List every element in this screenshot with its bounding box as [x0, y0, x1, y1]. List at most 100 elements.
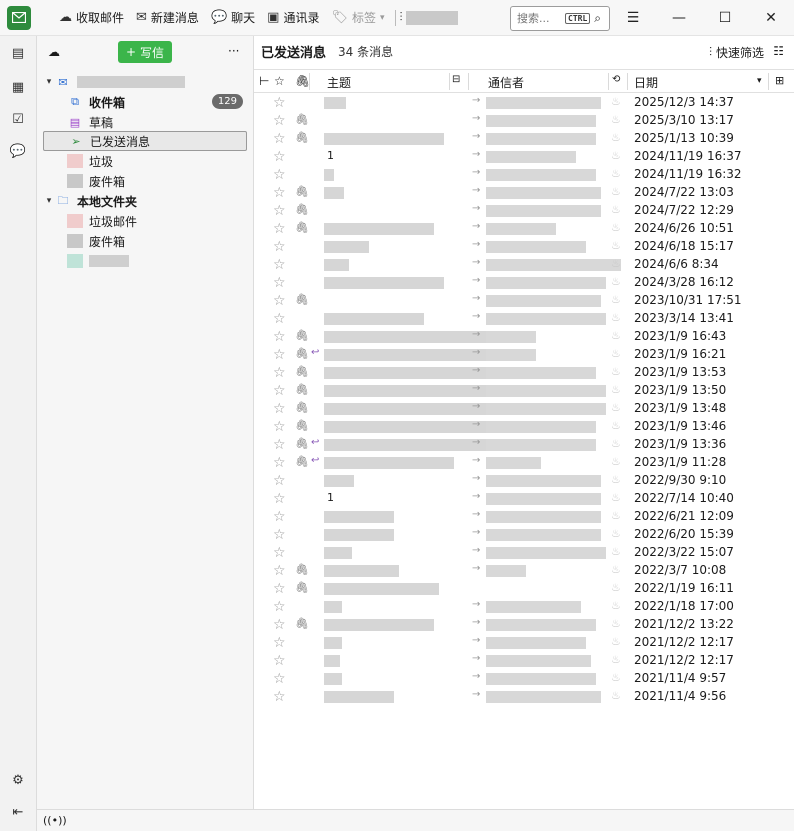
junk-status-icon[interactable]: ♨	[611, 635, 621, 648]
message-row[interactable]: ☆ 🖇 → ♨ 2023/1/9 13:46	[254, 418, 794, 436]
message-row[interactable]: ☆ 🖇 → ♨ 2023/1/9 13:53	[254, 364, 794, 382]
account-row[interactable]: ▾ ✉	[43, 72, 247, 92]
message-row[interactable]: ☆ → ♨ 2022/9/30 9:10	[254, 472, 794, 490]
star-icon[interactable]: ☆	[273, 473, 286, 489]
junk-status-icon[interactable]: ♨	[611, 131, 621, 144]
local-folder-trash[interactable]: 废件箱	[43, 231, 247, 251]
junk-status-icon[interactable]: ♨	[611, 311, 621, 324]
junk-status-icon[interactable]: ♨	[611, 401, 621, 414]
message-row[interactable]: ☆ → ♨ 2021/11/4 9:56	[254, 688, 794, 706]
chevron-down-icon[interactable]: ▾	[43, 77, 55, 87]
app-menu-icon[interactable]: ☰	[610, 10, 656, 26]
junk-status-icon[interactable]: ♨	[611, 509, 621, 522]
folder-sent[interactable]: ➢ 已发送消息	[43, 131, 247, 151]
read-status-column-icon[interactable]: ⟲	[612, 74, 620, 85]
star-icon[interactable]: ☆	[273, 131, 286, 147]
junk-column-icon[interactable]: ⊟	[452, 74, 460, 85]
maximize-button[interactable]: ☐	[702, 10, 748, 26]
message-row[interactable]: ☆ 1 → ♨ 2022/7/14 10:40	[254, 490, 794, 508]
column-correspondent[interactable]: 通信者	[488, 74, 524, 91]
message-row[interactable]: ☆ → ♨ 2024/6/18 15:17	[254, 238, 794, 256]
message-row[interactable]: ☆ 🖇 → ♨ 2024/7/22 12:29	[254, 202, 794, 220]
message-row[interactable]: ☆ 🖇 → ♨ 2024/7/22 13:03	[254, 184, 794, 202]
online-status-icon[interactable]: ((•))	[43, 814, 67, 827]
message-row[interactable]: ☆ → ♨ 2021/12/2 12:17	[254, 634, 794, 652]
star-icon[interactable]: ☆	[273, 635, 286, 651]
message-row[interactable]: ☆ 🖇 → ♨ 2023/1/9 13:48	[254, 400, 794, 418]
star-icon[interactable]: ☆	[273, 401, 286, 417]
junk-status-icon[interactable]: ♨	[611, 257, 621, 270]
junk-status-icon[interactable]: ♨	[611, 149, 621, 162]
star-icon[interactable]: ☆	[273, 203, 286, 219]
star-icon[interactable]: ☆	[273, 581, 286, 597]
settings-gear-icon[interactable]: ⚙	[9, 771, 27, 789]
message-row[interactable]: ☆ 🖇 → ♨ 2023/1/9 13:50	[254, 382, 794, 400]
star-icon[interactable]: ☆	[273, 293, 286, 309]
compose-button[interactable]: + 写信	[118, 41, 172, 63]
junk-status-icon[interactable]: ♨	[611, 365, 621, 378]
star-icon[interactable]: ☆	[273, 275, 286, 291]
message-row[interactable]: ☆ 🖇 ↩ → ♨ 2023/1/9 16:21	[254, 346, 794, 364]
junk-status-icon[interactable]: ♨	[611, 113, 621, 126]
folder-inbox[interactable]: ⧉ 收件箱 129	[43, 92, 247, 112]
message-row[interactable]: ☆ → ♨ 2021/12/2 12:17	[254, 652, 794, 670]
calendar-space-icon[interactable]: ▦	[9, 78, 27, 96]
message-row[interactable]: ☆ → ♨ 2024/6/6 8:34	[254, 256, 794, 274]
folder-trash[interactable]: 废件箱	[43, 171, 247, 191]
tasks-space-icon[interactable]: ☑	[9, 110, 27, 128]
message-row[interactable]: ☆ → ♨ 2021/11/4 9:57	[254, 670, 794, 688]
message-row[interactable]: ☆ → ♨ 2022/6/21 12:09	[254, 508, 794, 526]
message-row[interactable]: ☆ → ♨ 2022/3/22 15:07	[254, 544, 794, 562]
message-row[interactable]: ☆ 🖇 → ♨ 2023/10/31 17:51	[254, 292, 794, 310]
star-icon[interactable]: ☆	[273, 365, 286, 381]
folder-drafts[interactable]: ▤ 草稿	[43, 112, 247, 132]
star-icon[interactable]: ☆	[273, 311, 286, 327]
star-icon[interactable]: ☆	[273, 329, 286, 345]
junk-status-icon[interactable]: ♨	[611, 671, 621, 684]
attachment-column-icon[interactable]: 🖇	[295, 74, 310, 88]
message-row[interactable]: ☆ 🖇 ♨ 2022/1/19 16:11	[254, 580, 794, 598]
star-icon[interactable]: ☆	[273, 545, 286, 561]
star-icon[interactable]: ☆	[273, 653, 286, 669]
message-row[interactable]: ☆ 🖇 → ♨ 2024/6/26 10:51	[254, 220, 794, 238]
message-row[interactable]: ☆ 🖇 ↩ → ♨ 2023/1/9 11:28	[254, 454, 794, 472]
junk-status-icon[interactable]: ♨	[611, 599, 621, 612]
chevron-down-icon[interactable]: ▾	[43, 196, 55, 206]
address-book-space-icon[interactable]: ▤	[9, 44, 27, 62]
junk-status-icon[interactable]: ♨	[611, 527, 621, 540]
column-subject[interactable]: 主题	[327, 74, 351, 91]
junk-status-icon[interactable]: ♨	[611, 275, 621, 288]
local-folder-redacted[interactable]	[43, 251, 247, 271]
star-column-icon[interactable]: ☆	[274, 74, 285, 88]
star-icon[interactable]: ☆	[273, 455, 286, 471]
junk-status-icon[interactable]: ♨	[611, 473, 621, 486]
message-row[interactable]: ☆ → ♨ 2025/12/3 14:37	[254, 94, 794, 112]
star-icon[interactable]: ☆	[273, 239, 286, 255]
junk-status-icon[interactable]: ♨	[611, 95, 621, 108]
junk-status-icon[interactable]: ♨	[611, 167, 621, 180]
get-mail-button[interactable]: ☁ 收取邮件	[53, 5, 130, 31]
chat-button[interactable]: 💬 聊天	[205, 5, 261, 31]
star-icon[interactable]: ☆	[273, 149, 286, 165]
star-icon[interactable]: ☆	[273, 491, 286, 507]
message-row[interactable]: ☆ → ♨ 2024/3/28 16:12	[254, 274, 794, 292]
star-icon[interactable]: ☆	[273, 221, 286, 237]
junk-status-icon[interactable]: ♨	[611, 545, 621, 558]
search-input[interactable]	[517, 12, 563, 25]
star-icon[interactable]: ☆	[273, 383, 286, 399]
message-row[interactable]: ☆ 🖇 ↩ → ♨ 2023/1/9 13:36	[254, 436, 794, 454]
local-folder-junk[interactable]: 垃圾邮件	[43, 211, 247, 231]
message-row[interactable]: ☆ 🖇 → ♨ 2025/3/10 13:17	[254, 112, 794, 130]
junk-status-icon[interactable]: ♨	[611, 617, 621, 630]
local-folders-row[interactable]: ▾ 🗀 本地文件夹	[43, 191, 247, 211]
chat-space-icon[interactable]: 💬	[9, 142, 27, 160]
message-row[interactable]: ☆ 🖇 → ♨ 2022/3/7 10:08	[254, 562, 794, 580]
collapse-sidebar-icon[interactable]: ⇤	[9, 803, 27, 821]
junk-status-icon[interactable]: ♨	[611, 419, 621, 432]
junk-status-icon[interactable]: ♨	[611, 581, 621, 594]
star-icon[interactable]: ☆	[273, 95, 286, 111]
search-box[interactable]: CTRL ⌕	[510, 6, 610, 31]
address-book-button[interactable]: ▣ 通讯录	[261, 5, 325, 31]
star-icon[interactable]: ☆	[273, 527, 286, 543]
chevron-down-icon[interactable]: ▾	[757, 76, 762, 86]
